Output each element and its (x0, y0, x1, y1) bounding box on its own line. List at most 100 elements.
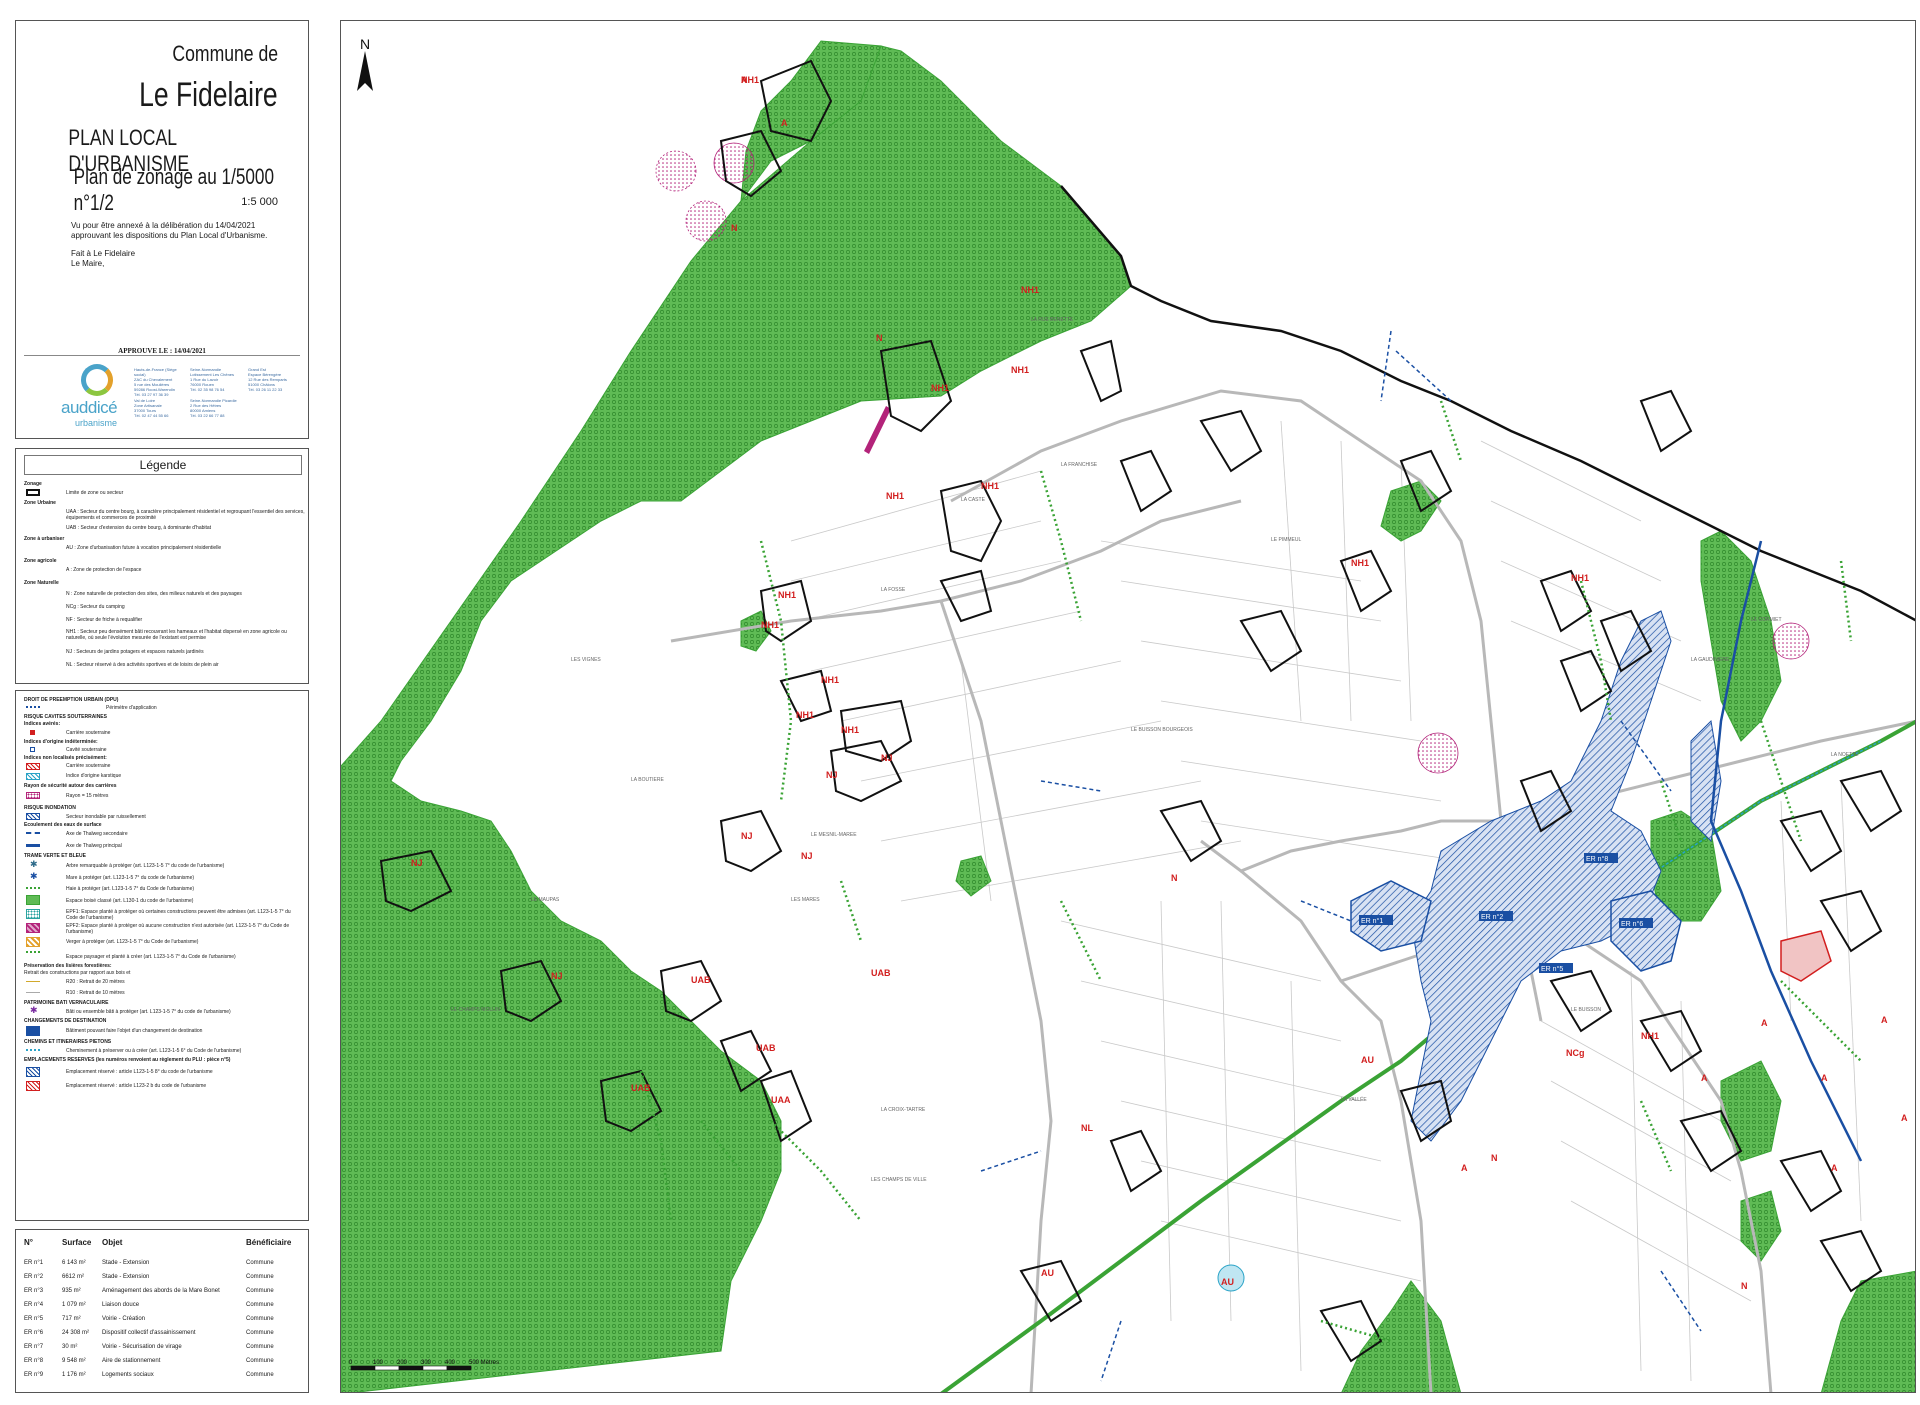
er-table-header: Objet (102, 1238, 123, 1247)
zone-label: NJ (801, 851, 813, 861)
rayon-swatch (26, 792, 40, 799)
zone-label: A (1831, 1163, 1838, 1173)
fait-line: Fait à Le Fidelaire (71, 249, 136, 258)
zone-label: NH1 (761, 620, 779, 630)
address-block: Hauts-de-France (Siège social) ZAC du Che… (134, 367, 177, 397)
er-table-cell: Stade - Extension (102, 1260, 150, 1266)
legend-item: Bâti ou ensemble bâti à protéger (art. L… (66, 1009, 231, 1015)
zone-label: NCg (1566, 1048, 1585, 1058)
place-name: LE PIMMEUL (1271, 537, 1302, 543)
zone-label: NJ (411, 858, 423, 868)
scale-text: 1:5 000 (241, 196, 278, 208)
er-table-cell: Stade - Extension (102, 1274, 150, 1280)
map-canvas[interactable]: N 0 100 200 300 400 500 Mètres LA RUE BENETTE… (341, 21, 1916, 1393)
fait-text: Fait à Le Fidelaire Le Maire, (71, 249, 135, 269)
arbre-icon: ✱ (30, 859, 38, 869)
batiment-swatch (26, 1026, 40, 1036)
forest-ebc (1700, 530, 1782, 742)
legend-item: UAA : Secteur du centre bourg, à caractè… (66, 509, 305, 521)
cavite-icon (30, 747, 35, 752)
er-table-cell: 6612 m² (62, 1274, 85, 1280)
zone-label: NH1 (841, 725, 859, 735)
zone-label: NH1 (886, 491, 904, 501)
er-label: ER n°8 (1586, 855, 1608, 863)
er-table-cell: ER n°7 (24, 1344, 44, 1350)
legend-item: Espace boisé classé (art. L130-1 du code… (66, 898, 194, 904)
haie-swatch (26, 887, 40, 889)
forest-ebc (1720, 1060, 1782, 1162)
legend-item: NL : Secteur réservé à des activités spo… (66, 662, 219, 668)
legend-header: Ecoulement des eaux de surface (24, 822, 102, 828)
er-table-cell: Commune (246, 1372, 274, 1378)
scale-label: 100 (373, 1360, 384, 1366)
zone-label: A (1881, 1015, 1888, 1025)
legend-item: NF : Secteur de friche à requalifier (66, 617, 143, 623)
place-name: LA BOUTIERE (631, 777, 664, 783)
er-table-cell: ER n°1 (24, 1260, 44, 1266)
zone-label: NH1 (1641, 1031, 1659, 1041)
address-block: Grand Est Espace Bérengère 12 Rue des Remp… (248, 367, 287, 392)
er-table-cell: ER n°3 (24, 1288, 44, 1294)
scale-label: 200 (397, 1360, 408, 1366)
north-arrow-icon (357, 51, 373, 91)
er-table-cell: Commune (246, 1330, 274, 1336)
carriere-icon (30, 730, 35, 735)
er-table-cell: Commune (246, 1316, 274, 1322)
legend-header: Zone agricole (24, 558, 57, 564)
zone-label: NH1 (796, 710, 814, 720)
legend-header: Indices non localisés précisément: (24, 755, 107, 761)
legend-item: Axe de Thalweg secondaire (66, 831, 128, 837)
paysager-swatch (26, 951, 40, 959)
legend-overlays: DROIT DE PREEMPTION URBAIN (DPU) Périmèt… (15, 690, 309, 1221)
er-table-cell: ER n°9 (24, 1372, 44, 1378)
zone-label: UAB (691, 975, 711, 985)
legend-item: Arbre remarquable à protéger (art. L123-… (66, 863, 225, 869)
er-table-cell: 9 548 m² (62, 1358, 86, 1364)
place-name: LA GAUDINIERE (1691, 657, 1730, 663)
legend-header: Zone à urbaniser (24, 536, 65, 542)
mare-icon: ✱ (30, 871, 38, 881)
er-table-cell: Commune (246, 1302, 274, 1308)
er-table-cell: Voirie - Sécurisation de virage (102, 1344, 182, 1350)
north-label: N (360, 36, 370, 52)
legend-item: NJ : Secteurs de jardins potagers et esp… (66, 649, 204, 655)
zone-label: NJ (551, 971, 563, 981)
er-swatch (26, 1067, 40, 1077)
commune-label: Commune de (172, 41, 278, 66)
epf2-strip (864, 406, 891, 454)
zone-label: NH1 (931, 383, 949, 393)
zoning-map[interactable]: N 0 100 200 300 400 500 Mètres LA RUE BENETTE… (340, 20, 1916, 1393)
place-name: LA NOETTE (1831, 752, 1859, 758)
legend-item: Retrait des constructions par rapport au… (24, 970, 131, 976)
er-table-cell: ER n°2 (24, 1274, 44, 1280)
er-table-cell: Aire de stationnement (102, 1358, 161, 1364)
place-name: LES CHAMPS DE VILLE (871, 1177, 927, 1183)
zone-label: UAA (771, 1095, 791, 1105)
er-table-cell: 935 m² (62, 1288, 81, 1294)
legend-item: Carrière souterraine (66, 763, 111, 769)
legend-item: Secteur inondable par ruissellement (66, 814, 146, 820)
place-name: LA RUE BENETTE (1031, 317, 1074, 323)
legend-item: Bâtiment pouvant faire l'objet d'un chan… (66, 1028, 203, 1034)
address-block: Val de Loire Zone Artisanale 37000 Tours Té… (134, 398, 169, 418)
forest-ebc (1380, 480, 1442, 542)
forest-ebc (1341, 1280, 1461, 1392)
zone-label: N (731, 223, 738, 233)
zone-label: N (1491, 1153, 1498, 1163)
zone-label: NH1 (1021, 285, 1039, 295)
place-name: LA FRANCHISE (1061, 462, 1098, 468)
maire-line: Le Maire, (71, 259, 105, 268)
place-name: LE BUISSON BOURGEOIS (1131, 727, 1193, 733)
legend-item: R10 : Retrait de 10 mètres (66, 990, 125, 996)
thalweg-secondary-swatch (26, 832, 40, 834)
forest-ebc (341, 45, 1132, 1392)
zone-label: A (1901, 1113, 1908, 1123)
legend-item: Haie à protéger (art. L123-1-5 7° du Cod… (66, 886, 195, 892)
place-name: LES VIGNES (571, 657, 601, 663)
r20-swatch (26, 981, 40, 983)
legend-item: Cavité souterraine (66, 747, 107, 753)
legend-header: Zone Naturelle (24, 580, 59, 586)
legend-item: Périmètre d'application (106, 705, 157, 711)
er-table-cell: 717 m² (62, 1316, 81, 1322)
zone-label: NH1 (821, 675, 839, 685)
